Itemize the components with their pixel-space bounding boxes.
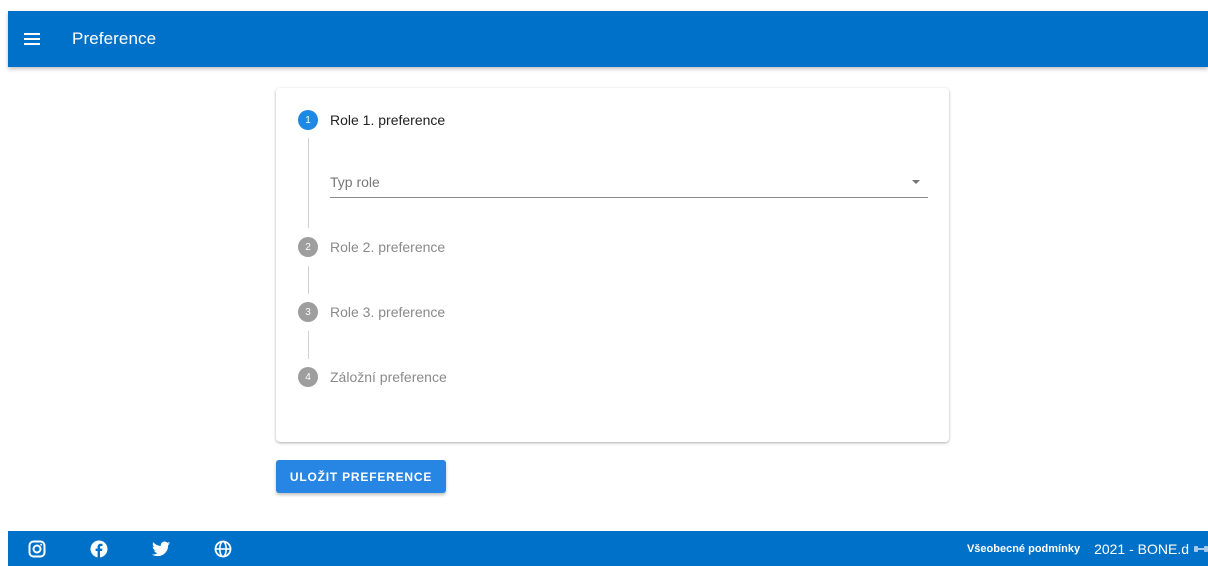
- step-number-badge: 4: [298, 367, 318, 387]
- step-number-badge: 2: [298, 237, 318, 257]
- copyright-text: 2021 - BONE.d: [1094, 540, 1189, 557]
- brand-logo-icon: [1194, 544, 1208, 554]
- select-placeholder: Typ role: [330, 174, 380, 190]
- twitter-icon[interactable]: [152, 540, 170, 558]
- step-number-badge: 3: [298, 302, 318, 322]
- page-title: Preference: [72, 29, 157, 48]
- step-connector: [308, 138, 309, 228]
- facebook-icon[interactable]: [90, 540, 108, 558]
- footer-right: Všeobecné podmínky 2021 - BONE.d: [967, 541, 1208, 557]
- terms-link[interactable]: Všeobecné podmínky: [967, 543, 1080, 555]
- step-3[interactable]: 3 Role 3. preference: [298, 302, 445, 322]
- social-links: [28, 540, 276, 558]
- step-label: Role 2. preference: [330, 239, 446, 255]
- menu-icon[interactable]: [20, 27, 44, 51]
- save-preferences-button[interactable]: ULOŽIT PREFERENCE: [276, 460, 446, 493]
- step-2[interactable]: 2 Role 2. preference: [298, 237, 445, 257]
- instagram-icon[interactable]: [28, 540, 46, 558]
- step-number-badge: 1: [298, 110, 318, 130]
- step-label: Role 1. preference: [330, 112, 446, 128]
- app-bar: Preference: [8, 11, 1208, 67]
- step-connector: [308, 266, 309, 294]
- step-1[interactable]: 1 Role 1. preference: [298, 110, 445, 130]
- role-type-select[interactable]: Typ role: [330, 164, 928, 198]
- step-4[interactable]: 4 Záložní preference: [298, 367, 447, 387]
- step-connector: [308, 331, 309, 359]
- footer: Všeobecné podmínky 2021 - BONE.d: [8, 531, 1208, 566]
- step-label: Role 3. preference: [330, 304, 446, 320]
- preference-stepper-card: 1 Role 1. preference Typ role 2 Role 2. …: [276, 88, 949, 442]
- globe-icon[interactable]: [214, 540, 232, 558]
- step-label: Záložní preference: [330, 369, 447, 385]
- dropdown-arrow-icon: [912, 180, 920, 184]
